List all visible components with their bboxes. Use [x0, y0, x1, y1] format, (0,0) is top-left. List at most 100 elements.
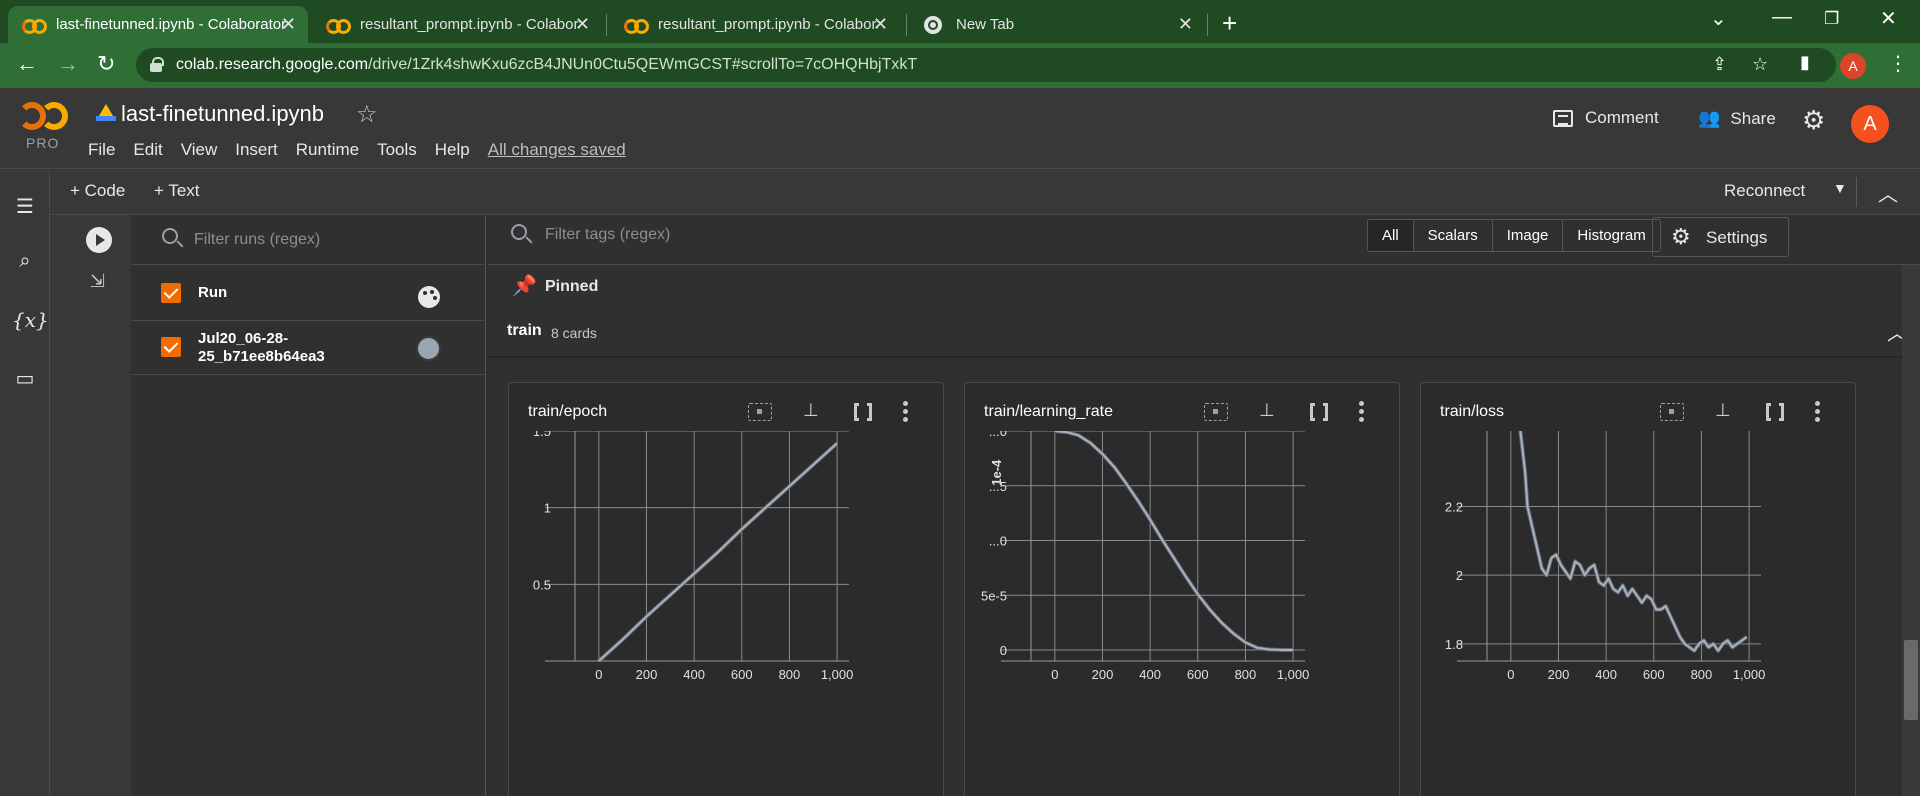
series-line	[1519, 431, 1748, 652]
tab-separator	[906, 14, 907, 36]
avatar[interactable]: A	[1851, 105, 1889, 143]
tab-title: resultant_prompt.ipynb - Colaboratory	[658, 16, 878, 33]
variables-icon[interactable]: {x}	[12, 308, 49, 332]
menu-help[interactable]: Help	[435, 140, 470, 160]
comment-label: Comment	[1585, 108, 1659, 127]
x-tick-label: 0	[1507, 667, 1514, 682]
browser-tab-resultant-prompt-1[interactable]: resultant_prompt.ipynb - Colaboratory ✕	[312, 6, 602, 43]
browser-tab-resultant-prompt-2[interactable]: resultant_prompt.ipynb - Colaboratory ✕	[610, 6, 900, 43]
close-tab-icon[interactable]: ✕	[281, 14, 296, 35]
runs-filter-field[interactable]: Filter runs (regex)	[131, 215, 486, 265]
menu-bar: File Edit View Insert Runtime Tools Help…	[88, 140, 644, 160]
notebook-title[interactable]: last-finetunned.ipynb	[121, 101, 324, 127]
run-color-swatch[interactable]	[416, 336, 441, 361]
menu-runtime[interactable]: Runtime	[296, 140, 359, 160]
menu-insert[interactable]: Insert	[235, 140, 278, 160]
add-text-button[interactable]: + Text	[154, 181, 200, 201]
share-button[interactable]: 👥 Share	[1698, 108, 1776, 129]
y-tick-label: 1	[544, 501, 551, 516]
settings-label: Settings	[1706, 228, 1768, 247]
close-tab-icon[interactable]: ✕	[873, 14, 888, 35]
fit-domain-icon[interactable]	[1204, 403, 1228, 421]
y-tick-label: 0	[1000, 643, 1007, 658]
run-label: Jul20_06-28- 25_b71ee8b64ea3	[198, 330, 325, 365]
more-options-icon[interactable]	[903, 401, 909, 425]
scrollbar-thumb[interactable]	[1904, 640, 1918, 720]
type-filter-scalars[interactable]: Scalars	[1414, 220, 1493, 251]
tab-search-chevron-icon[interactable]: ⌄	[1710, 6, 1727, 31]
type-filter-histogram[interactable]: Histogram	[1563, 220, 1659, 251]
window-close-icon[interactable]: ✕	[1880, 6, 1897, 31]
menu-tools[interactable]: Tools	[377, 140, 417, 160]
menu-edit[interactable]: Edit	[133, 140, 162, 160]
settings-button[interactable]: ⚙ Settings	[1652, 217, 1789, 257]
y-tick-label: 1.5	[533, 431, 551, 439]
fit-domain-icon[interactable]	[1660, 403, 1684, 421]
bookmark-star-icon[interactable]: ☆	[1752, 54, 1768, 75]
x-tick-label: 1,000	[1277, 667, 1310, 682]
minimize-icon[interactable]: —	[1772, 6, 1792, 29]
chevron-up-icon[interactable]: ︿	[1878, 178, 1898, 207]
run-checkbox[interactable]	[161, 337, 181, 357]
browser-tab-strip: last-finetunned.ipynb - Colaboratory ✕ r…	[0, 0, 1920, 43]
gear-icon: ⚙	[1671, 224, 1691, 249]
close-tab-icon[interactable]: ✕	[1178, 14, 1193, 35]
y-tick-label: 2.2	[1445, 500, 1463, 515]
fit-domain-icon[interactable]	[748, 403, 772, 421]
save-status-link[interactable]: All changes saved	[488, 140, 626, 160]
pin-icon[interactable]: ⊥	[1259, 400, 1275, 421]
share-page-icon[interactable]: ⇪	[1712, 54, 1727, 75]
back-arrow-icon[interactable]: ←	[16, 51, 38, 77]
gear-icon[interactable]: ⚙	[1802, 105, 1825, 136]
side-panel-icon[interactable]: ▮	[1800, 52, 1810, 73]
plugin-type-toggle: All Scalars Image Histogram	[1367, 219, 1661, 252]
vertical-scrollbar[interactable]	[1902, 265, 1920, 796]
chevron-down-icon[interactable]: ▼	[1833, 180, 1847, 196]
restore-icon[interactable]: ❐	[1824, 9, 1839, 29]
comment-button[interactable]: Comment	[1553, 108, 1659, 128]
output-actions-icon[interactable]: ⇲	[90, 271, 105, 292]
fullscreen-icon[interactable]	[854, 400, 872, 424]
card-group-header[interactable]: train 8 cards ︿	[488, 305, 1920, 358]
fullscreen-icon[interactable]	[1766, 400, 1784, 424]
forward-arrow-icon[interactable]: →	[57, 51, 79, 77]
pin-icon[interactable]: ⊥	[1715, 400, 1731, 421]
more-options-icon[interactable]	[1359, 401, 1365, 425]
menu-file[interactable]: File	[88, 140, 115, 160]
browser-tab-colab-last-finetunned[interactable]: last-finetunned.ipynb - Colaboratory ✕	[8, 6, 308, 43]
more-options-icon[interactable]	[1815, 401, 1821, 425]
browser-profile-avatar[interactable]: A	[1840, 53, 1866, 79]
share-label: Share	[1730, 108, 1776, 128]
browser-menu-kebab-icon[interactable]: ⋮	[1888, 51, 1908, 76]
browser-tab-new-tab[interactable]: New Tab ✕	[910, 6, 1205, 43]
select-all-runs-checkbox[interactable]	[161, 283, 181, 303]
omnibox-url-field[interactable]: colab.research.google.com/drive/1Zrk4shw…	[136, 48, 1836, 82]
chart-epoch: 0 200 400 600 800 1,000 0.5 1 1.5	[533, 431, 853, 682]
star-icon[interactable]: ☆	[356, 100, 378, 129]
close-tab-icon[interactable]: ✕	[575, 14, 590, 35]
run-cell-button[interactable]	[86, 227, 112, 253]
type-filter-image[interactable]: Image	[1493, 220, 1564, 251]
table-of-contents-icon[interactable]: ☰	[12, 194, 38, 219]
tab-separator	[606, 14, 607, 36]
tags-filter-field[interactable]: Filter tags (regex)	[545, 226, 670, 244]
pin-icon[interactable]: ⊥	[803, 400, 819, 421]
reconnect-button[interactable]: Reconnect	[1724, 181, 1805, 201]
colab-logo[interactable]	[18, 102, 70, 132]
lock-icon	[150, 57, 164, 72]
menu-view[interactable]: View	[181, 140, 218, 160]
add-code-button[interactable]: + Code	[70, 181, 125, 201]
folder-icon[interactable]: ▭	[12, 366, 38, 391]
search-icon[interactable]: ⌕	[12, 250, 38, 273]
fullscreen-icon[interactable]	[1310, 400, 1328, 424]
runs-filter-placeholder: Filter runs (regex)	[194, 231, 321, 248]
type-filter-all[interactable]: All	[1368, 220, 1414, 251]
palette-icon[interactable]	[418, 286, 440, 308]
x-tick-label: 200	[1092, 667, 1114, 682]
y-unit-label: 1e-4	[989, 459, 1004, 486]
series-line-raw	[1518, 431, 1748, 653]
browser-address-bar-row: ← → ↻ colab.research.google.com/drive/1Z…	[0, 43, 1920, 88]
people-icon: 👥	[1698, 108, 1721, 128]
new-tab-plus-icon[interactable]: +	[1222, 8, 1237, 39]
reload-icon[interactable]: ↻	[97, 51, 115, 77]
